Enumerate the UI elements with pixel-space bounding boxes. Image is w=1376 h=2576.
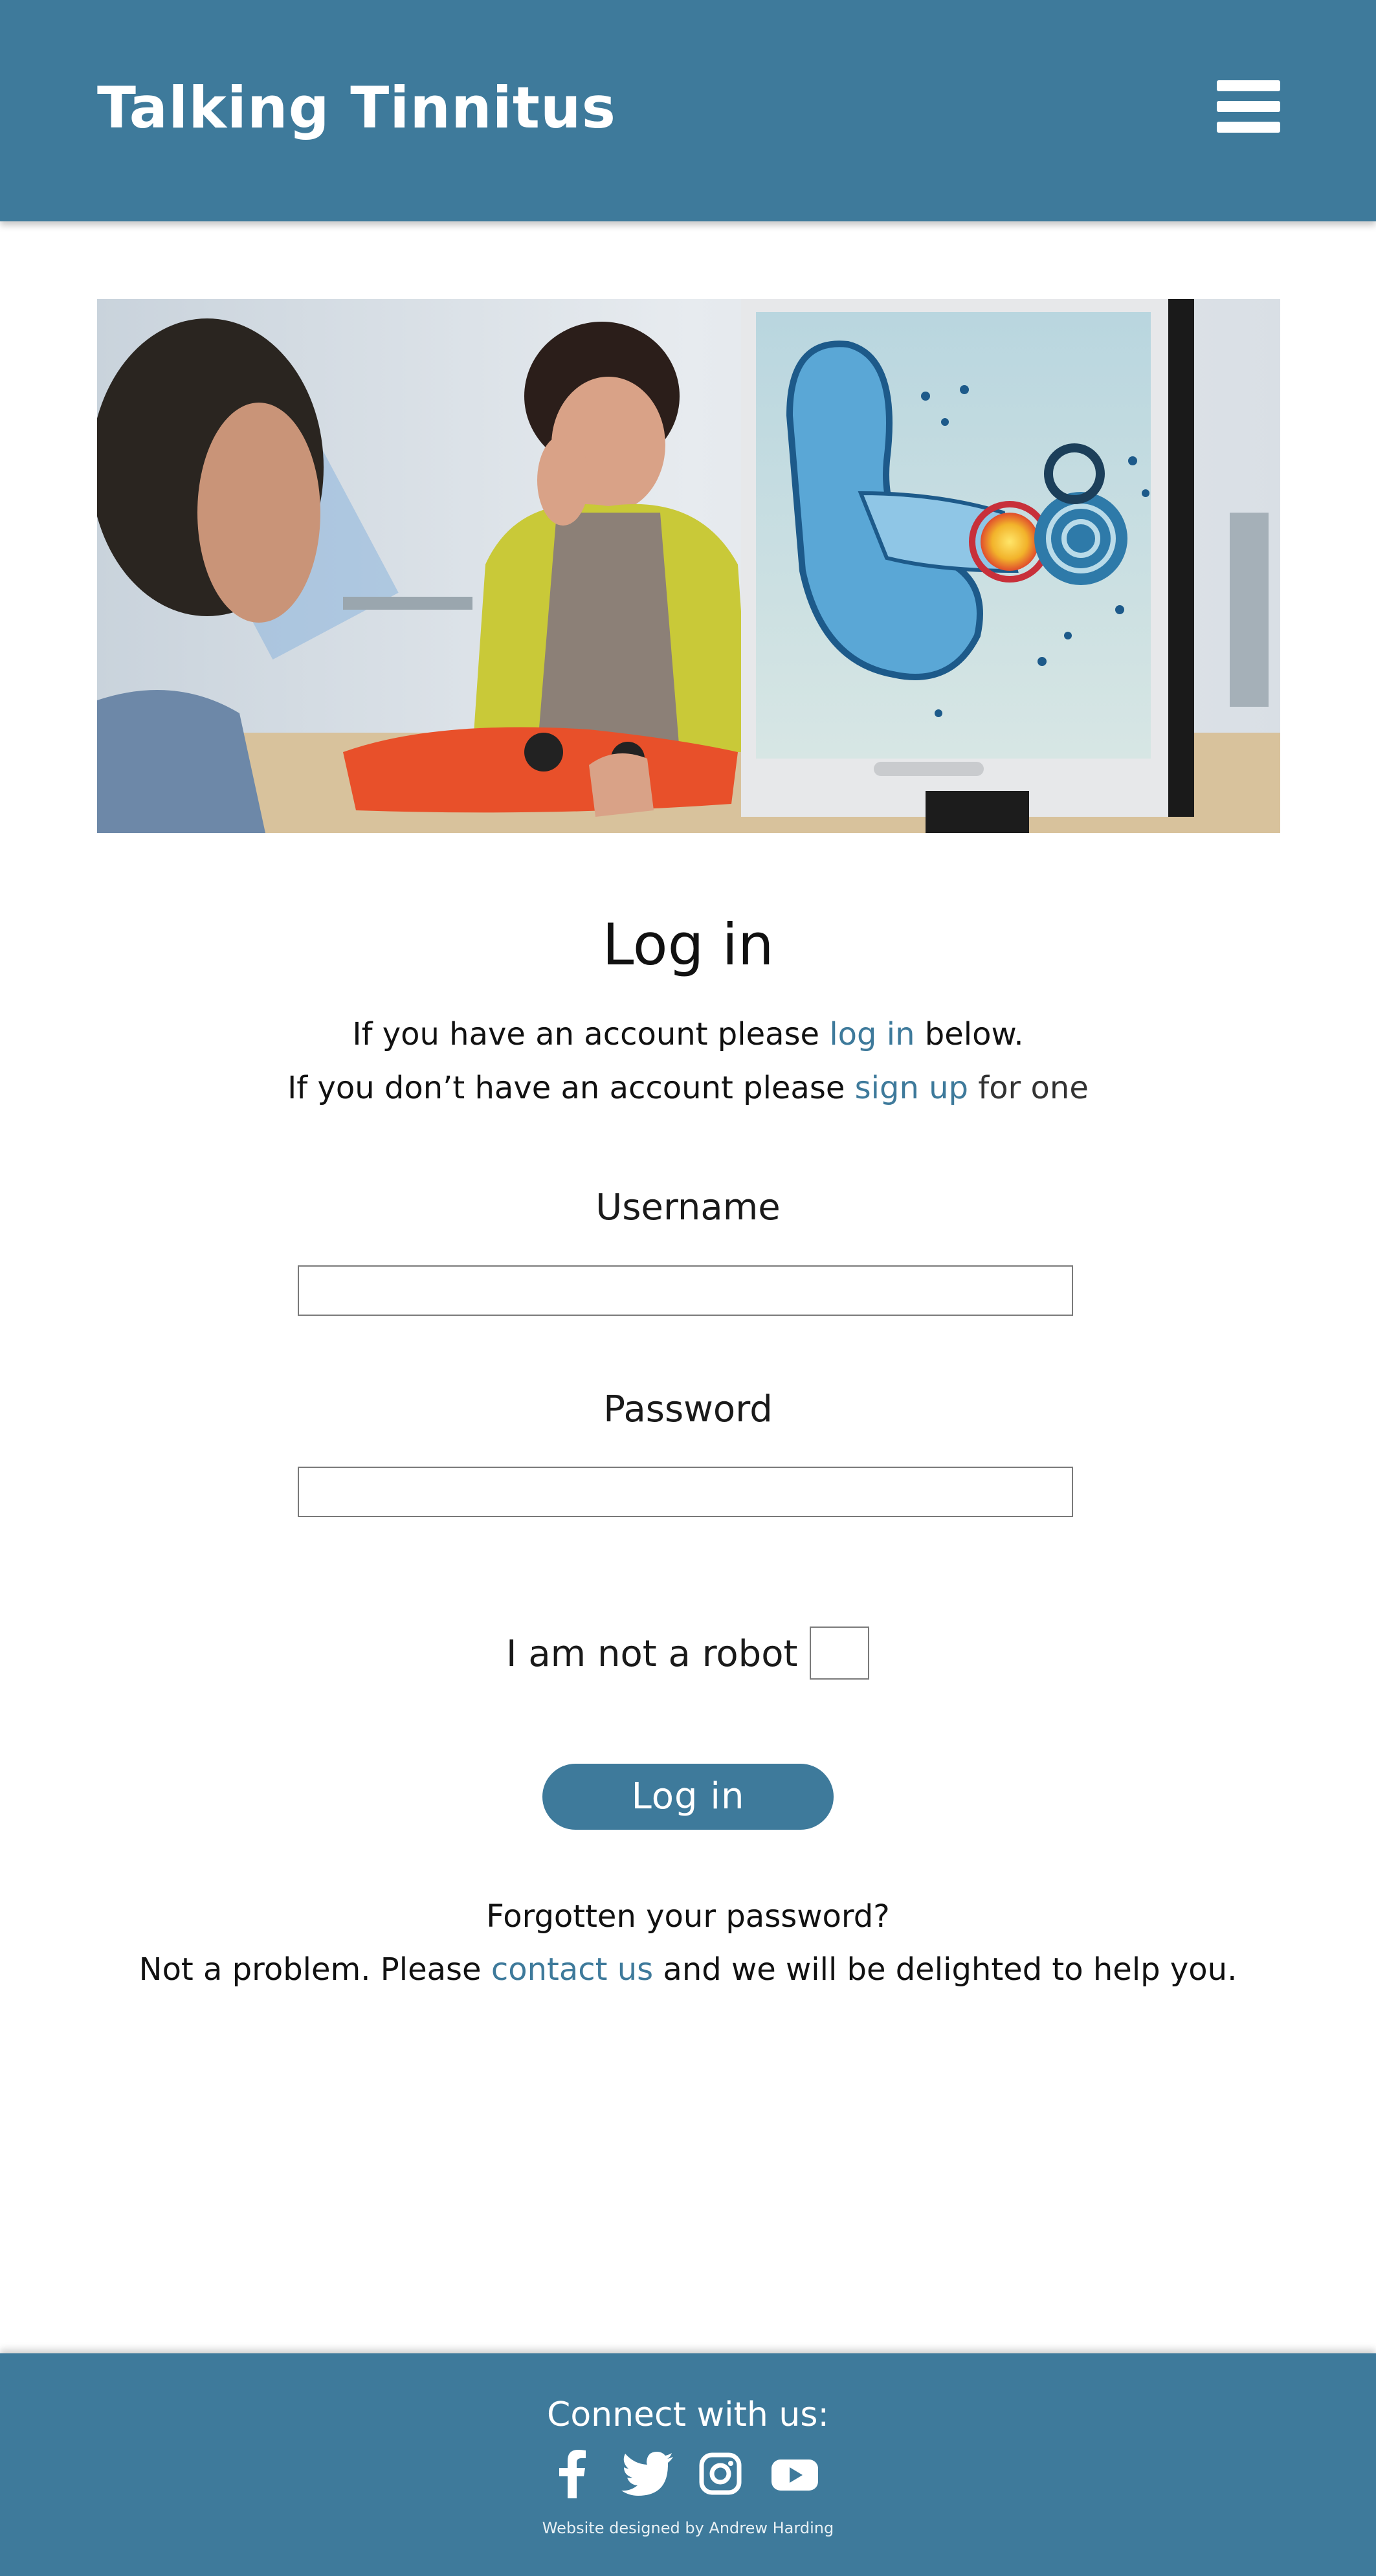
forgot-password-heading: Forgotten your password? [486,1898,890,1935]
intro-line-login: If you have an account please log in bel… [0,1013,1376,1056]
username-input[interactable] [298,1265,1073,1316]
log-in-link[interactable]: log in [829,1016,915,1052]
username-label: Username [595,1186,781,1228]
intro-text: If you don’t have an account please [287,1070,855,1106]
hero-image [97,299,1280,833]
log-in-button[interactable]: Log in [542,1764,834,1830]
site-logo-text[interactable]: Talking Tinnitus [97,72,616,144]
intro-text: for one [968,1070,1089,1106]
site-footer: Connect with us: Website designed by And… [0,2353,1376,2576]
youtube-icon[interactable] [771,2449,818,2498]
page-title: Log in [602,911,774,978]
connect-heading: Connect with us: [547,2395,829,2434]
contact-us-link[interactable]: contact us [491,1951,653,1988]
intro-line-signup: If you don’t have an account please sign… [0,1067,1376,1109]
sign-up-link[interactable]: sign up [855,1070,968,1106]
designer-credit: Website designed by Andrew Harding [542,2519,834,2537]
password-label: Password [603,1388,773,1430]
forgot-password-help: Not a problem. Please contact us and we … [0,1948,1376,1991]
menu-bar [1217,80,1280,91]
facebook-icon[interactable] [558,2449,586,2498]
intro-text: below. [915,1016,1024,1052]
menu-bar [1217,101,1280,112]
robot-checkbox[interactable] [810,1627,869,1680]
help-text: and we will be delighted to help you. [653,1951,1237,1988]
password-input[interactable] [298,1467,1073,1517]
instagram-icon[interactable] [699,2449,742,2498]
robot-check-label: I am not a robot [506,1633,798,1675]
help-text: Not a problem. Please [139,1951,491,1988]
intro-text: If you have an account please [352,1016,830,1052]
twitter-icon[interactable] [621,2449,673,2498]
site-header: Talking Tinnitus [0,0,1376,221]
menu-bar [1217,122,1280,133]
hamburger-menu-icon[interactable] [1217,78,1280,135]
